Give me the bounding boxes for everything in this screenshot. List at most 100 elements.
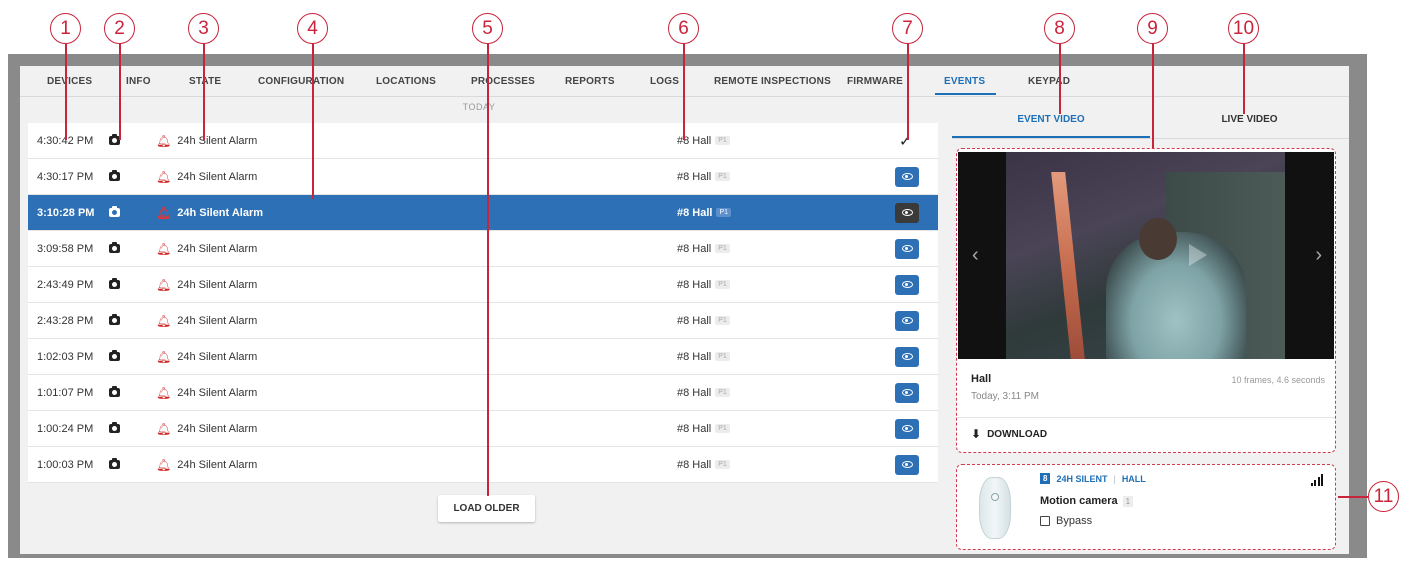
event-row[interactable]: 3:09:58 PM 🔔︎ 24h Silent Alarm #8 Hall P1 [28,231,938,267]
view-event-button[interactable] [895,382,919,403]
video-tabs: EVENT VIDEO LIVE VIDEO [952,102,1349,139]
view-event-button[interactable] [895,418,919,439]
leader-line [907,44,909,140]
camera-icon[interactable] [109,411,120,446]
tab-configuration[interactable]: CONFIGURATION [258,66,344,96]
camera-icon[interactable] [109,303,120,338]
device-type: 24H SILENT [1056,473,1108,484]
tab-locations[interactable]: LOCATIONS [376,66,436,96]
camera-icon[interactable] [109,267,120,302]
camera-icon[interactable] [109,231,120,266]
partition-badge: P1 [715,316,730,325]
chevron-left-icon[interactable]: ‹ [972,244,979,267]
event-type: 🔔︎ 24h Silent Alarm [156,411,257,446]
event-zone: #8 Hall P1 [677,339,730,374]
event-row[interactable]: 4:30:17 PM 🔔︎ 24h Silent Alarm #8 Hall P1 [28,159,938,195]
tab-events[interactable]: EVENTS [944,66,985,96]
view-event-button[interactable] [895,454,919,475]
checkbox-icon[interactable] [1040,516,1050,526]
bell-icon: 🔔︎ [156,313,172,328]
callout-8: 8 [1044,13,1075,44]
leader-line [65,44,67,140]
video-player[interactable]: ‹ › [958,152,1334,359]
event-action [895,411,919,446]
camera-icon[interactable] [109,339,120,374]
bell-icon: 🔔︎ [156,457,172,472]
event-action [895,339,919,374]
event-action [895,447,919,482]
event-row[interactable]: 3:10:28 PM 🔔︎ 24h Silent Alarm #8 Hall P1 [28,195,938,231]
bypass-checkbox[interactable]: Bypass [1040,515,1092,527]
event-type-label: 24h Silent Alarm [177,206,264,219]
download-label: DOWNLOAD [987,428,1048,440]
zone-label: #8 Hall [677,314,712,327]
camera-icon[interactable] [109,159,120,194]
video-scene-head [1139,218,1177,260]
event-row[interactable]: 2:43:49 PM 🔔︎ 24h Silent Alarm #8 Hall P1 [28,267,938,303]
callout-1: 1 [50,13,81,44]
camera-lens [991,493,999,501]
view-event-button[interactable] [895,166,919,187]
tab-state[interactable]: STATE [189,66,221,96]
leader-line [1059,44,1061,114]
event-row[interactable]: 4:30:42 PM 🔔︎ 24h Silent Alarm #8 Hall P1 ✓ [28,123,938,159]
event-zone: #8 Hall P1 [677,159,730,194]
event-row[interactable]: 1:01:07 PM 🔔︎ 24h Silent Alarm #8 Hall P1 [28,375,938,411]
view-event-button[interactable] [895,238,919,259]
tab-devices[interactable]: DEVICES [47,66,92,96]
bell-icon: 🔔︎ [156,385,172,400]
play-icon[interactable] [1189,244,1207,266]
tab-reports[interactable]: REPORTS [565,66,615,96]
event-type: 🔔︎ 24h Silent Alarm [156,123,257,158]
tab-keypad[interactable]: KEYPAD [1028,66,1070,96]
device-meta: 8 24H SILENT | HALL [1040,473,1146,484]
download-button[interactable]: ⬇ DOWNLOAD [971,427,1047,441]
camera-icon-shape [109,314,120,325]
bell-icon: 🔔︎ [156,241,172,256]
view-event-button[interactable] [895,310,919,331]
tab-remote-inspections[interactable]: REMOTE INSPECTIONS [714,66,831,96]
event-row[interactable]: 1:02:03 PM 🔔︎ 24h Silent Alarm #8 Hall P1 [28,339,938,375]
camera-icon-shape [109,386,120,397]
leader-line [203,44,205,140]
event-action [895,267,919,302]
camera-icon-shape [109,278,120,289]
callout-6: 6 [668,13,699,44]
zone-label: #8 Hall [677,350,712,363]
leader-line [1152,44,1154,148]
zone-label: #8 Hall [677,206,713,219]
partition-badge: P1 [715,172,730,181]
event-zone: #8 Hall P1 [677,267,730,302]
tab-info[interactable]: INFO [126,66,151,96]
load-older-button[interactable]: LOAD OLDER [438,495,535,522]
camera-icon[interactable] [109,375,120,410]
tab-live-video[interactable]: LIVE VIDEO [1150,102,1349,136]
tab-firmware[interactable]: FIRMWARE [847,66,903,96]
callout-11: 11 [1368,481,1399,512]
tab-logs[interactable]: LOGS [650,66,679,96]
view-event-button[interactable] [895,346,919,367]
tab-event-video[interactable]: EVENT VIDEO [952,102,1150,138]
tab-processes[interactable]: PROCESSES [471,66,535,96]
camera-icon-shape [109,350,120,361]
event-time: 1:02:03 PM [37,350,94,363]
view-event-button[interactable] [895,274,919,295]
event-row[interactable]: 1:00:03 PM 🔔︎ 24h Silent Alarm #8 Hall P1 [28,447,938,483]
event-row[interactable]: 1:00:24 PM 🔔︎ 24h Silent Alarm #8 Hall P1 [28,411,938,447]
eye-icon [901,425,913,432]
camera-icon[interactable] [109,447,120,482]
zone-label: #8 Hall [677,242,712,255]
bell-icon: 🔔︎ [156,205,172,220]
eye-icon [901,389,913,396]
view-event-button[interactable] [895,202,919,223]
event-time: 2:43:28 PM [37,314,94,327]
partition-badge: P1 [715,244,730,253]
event-row[interactable]: 2:43:28 PM 🔔︎ 24h Silent Alarm #8 Hall P1 [28,303,938,339]
eye-icon [901,461,913,468]
partition-badge: P1 [715,424,730,433]
main-nav: DEVICES INFO STATE CONFIGURATION LOCATIO… [20,66,1349,97]
bell-icon: 🔔︎ [156,421,172,436]
camera-icon[interactable] [109,195,120,230]
bell-icon: 🔔︎ [156,133,172,148]
chevron-right-icon[interactable]: › [1315,244,1322,267]
